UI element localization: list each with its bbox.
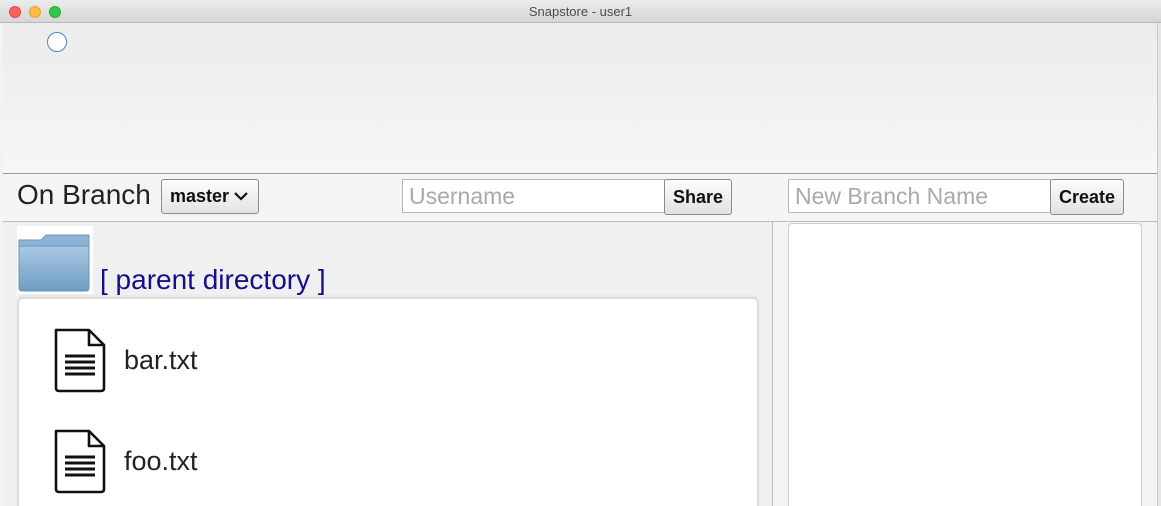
chevron-down-icon <box>234 192 248 201</box>
list-item[interactable]: foo.txt <box>49 426 689 498</box>
branch-list-panel[interactable] <box>788 223 1142 506</box>
parent-directory-row[interactable]: [ parent directory ] <box>17 222 757 296</box>
window-title: Snapstore - user1 <box>528 4 633 19</box>
share-button[interactable]: Share <box>664 179 732 215</box>
file-browser-pane: [ parent directory ] bar.txt foo.txt <box>3 222 773 506</box>
text-file-icon <box>54 429 106 494</box>
file-list: bar.txt foo.txt <box>18 298 758 506</box>
title-bar[interactable]: Snapstore - user1 <box>0 0 1161 23</box>
new-branch-name-input[interactable] <box>788 179 1051 213</box>
text-file-icon <box>54 328 106 393</box>
parent-directory-link[interactable]: [ parent directory ] <box>100 264 326 296</box>
loading-spinner-icon <box>47 32 67 52</box>
app-window: Snapstore - user1 On Branch master Share… <box>0 0 1161 506</box>
header-area <box>3 23 1158 174</box>
file-name[interactable]: bar.txt <box>124 345 198 376</box>
create-branch-button[interactable]: Create <box>1050 179 1124 215</box>
window-right-edge <box>1157 23 1161 506</box>
file-name[interactable]: foo.txt <box>124 446 198 477</box>
branch-toolbar: On Branch master Share Create <box>3 174 1158 222</box>
username-input[interactable] <box>402 179 665 213</box>
branch-select[interactable]: master <box>161 179 259 214</box>
branch-select-value: master <box>170 186 230 206</box>
on-branch-label: On Branch <box>17 179 151 210</box>
folder-icon[interactable] <box>17 226 93 294</box>
list-item[interactable]: bar.txt <box>49 325 689 397</box>
